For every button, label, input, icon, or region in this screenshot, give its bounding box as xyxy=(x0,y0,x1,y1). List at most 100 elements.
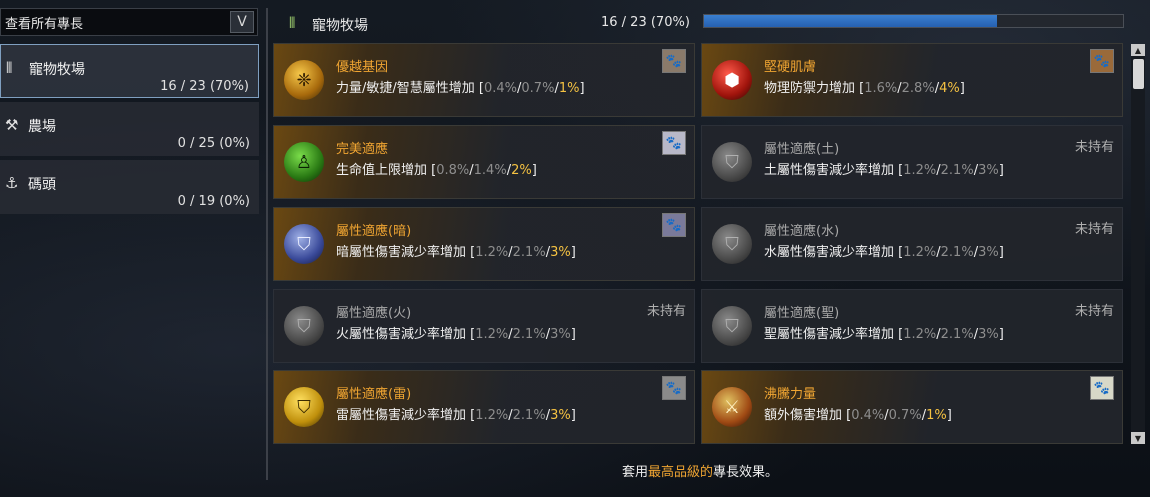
specialty-name: 優越基因 xyxy=(336,60,389,75)
section-progress-bar xyxy=(703,14,1124,28)
category-count: 0 / 19 (0%) xyxy=(177,194,250,209)
not-owned-label: 未持有 xyxy=(1074,140,1114,155)
specialty-effect: 雷屬性傷害減少率增加 [1.2%/2.1%/3%] xyxy=(336,408,576,423)
category-farm[interactable]: ⚒ 農場 0 / 25 (0%) xyxy=(0,102,259,156)
tier-1-value: 0.4% xyxy=(483,81,518,96)
dark-shield-icon: ⛉ xyxy=(284,224,324,264)
pet-thumb-fox-icon[interactable]: 🐾 xyxy=(662,376,686,400)
specialty-name: 完美適應 xyxy=(336,142,389,157)
specialty-effect: 火屬性傷害減少率增加 [1.2%/2.1%/3%] xyxy=(336,327,576,342)
tier-1-value: 1.2% xyxy=(903,245,937,260)
specialty-card[interactable]: ⛉ 屬性適應(聖) 聖屬性傷害減少率增加 [1.2%/2.1%/3%] 未持有 xyxy=(701,289,1123,363)
specialty-filter-dropdown[interactable]: 查看所有專長 V xyxy=(0,8,258,36)
effect-text: 暗屬性傷害減少率增加 xyxy=(336,245,467,260)
specialty-name: 屬性適應(火) xyxy=(336,306,412,321)
scroll-up-arrow-icon[interactable]: ▲ xyxy=(1131,44,1145,56)
tier-1-value: 1.2% xyxy=(903,327,937,342)
panel-divider xyxy=(266,8,268,480)
specialty-card[interactable]: ❈ 優越基因 力量/敏捷/智慧屬性增加 [0.4%/0.7%/1%] 🐾 xyxy=(273,43,695,117)
specialty-name: 屬性適應(水) xyxy=(764,224,840,239)
specialty-name: 屬性適應(雷) xyxy=(336,387,412,402)
tier-1-value: 1.2% xyxy=(475,245,509,260)
tier-3-value: 3% xyxy=(978,163,999,178)
pet-thumb-tiger-icon[interactable]: 🐾 xyxy=(1090,49,1114,73)
specialty-name: 沸騰力量 xyxy=(764,387,817,402)
tier-1-value: 1.6% xyxy=(864,81,898,96)
tier-3-value: 1% xyxy=(926,408,947,423)
not-owned-label: 未持有 xyxy=(1074,222,1114,237)
category-pet-ranch[interactable]: ⫴ 寵物牧場 16 / 23 (70%) xyxy=(0,44,259,98)
tier-2-value: 2.1% xyxy=(940,327,974,342)
effect-text: 額外傷害增加 xyxy=(764,408,843,423)
scrollbar-track[interactable] xyxy=(1131,44,1145,444)
effect-text: 雷屬性傷害減少率增加 xyxy=(336,408,467,423)
footer-highlight: 最高品級的 xyxy=(647,465,713,480)
specialty-card[interactable]: ⛉ 屬性適應(雷) 雷屬性傷害減少率增加 [1.2%/2.1%/3%] 🐾 xyxy=(273,370,695,444)
specialty-card[interactable]: ⛉ 屬性適應(暗) 暗屬性傷害減少率增加 [1.2%/2.1%/3%] 🐾 xyxy=(273,207,695,281)
specialty-name: 屬性適應(聖) xyxy=(764,306,840,321)
effect-text: 物理防禦力增加 xyxy=(764,81,856,96)
scroll-down-arrow-icon[interactable]: ▼ xyxy=(1131,432,1145,444)
specialty-effect: 聖屬性傷害減少率增加 [1.2%/2.1%/3%] xyxy=(764,327,1004,342)
not-owned-label: 未持有 xyxy=(646,304,686,319)
tier-2-value: 2.8% xyxy=(901,81,935,96)
category-count: 16 / 23 (70%) xyxy=(160,79,249,94)
progress-fill xyxy=(704,15,998,27)
specialty-card[interactable]: ⛉ 屬性適應(水) 水屬性傷害減少率增加 [1.2%/2.1%/3%] 未持有 xyxy=(701,207,1123,281)
category-label: 碼頭 xyxy=(28,177,56,193)
tier-3-value: 1% xyxy=(558,81,580,96)
tier-3-value: 2% xyxy=(511,163,532,178)
pet-thumb-owl-icon[interactable]: 🐾 xyxy=(662,49,686,73)
tier-3-value: 3% xyxy=(978,245,999,260)
tier-1-value: 1.2% xyxy=(903,163,937,178)
tier-2-value: 2.1% xyxy=(940,163,974,178)
tier-2-value: 2.1% xyxy=(512,245,546,260)
specialty-effect: 暗屬性傷害減少率增加 [1.2%/2.1%/3%] xyxy=(336,245,576,260)
category-count: 0 / 25 (0%) xyxy=(177,136,250,151)
specialty-card[interactable]: ⛉ 屬性適應(火) 火屬性傷害減少率增加 [1.2%/2.1%/3%] 未持有 xyxy=(273,289,695,363)
category-label: 農場 xyxy=(28,119,56,135)
specialty-card[interactable]: ⬢ 堅硬肌膚 物理防禦力增加 [1.6%/2.8%/4%] 🐾 xyxy=(701,43,1123,117)
tier-3-value: 3% xyxy=(550,327,571,342)
pet-thumb-cat-icon[interactable]: 🐾 xyxy=(662,131,686,155)
effect-text: 力量/敏捷/智慧屬性增加 xyxy=(336,81,475,96)
red-gem-icon: ⬢ xyxy=(712,60,752,100)
specialty-card[interactable]: ⛉ 屬性適應(土) 土屬性傷害減少率增加 [1.2%/2.1%/3%] 未持有 xyxy=(701,125,1123,199)
body-aura-icon: ♙ xyxy=(284,142,324,182)
category-label: 寵物牧場 xyxy=(29,62,85,78)
category-dock[interactable]: ⚓ 碼頭 0 / 19 (0%) xyxy=(0,160,259,214)
gold-shield-icon: ⛉ xyxy=(284,387,324,427)
effect-text: 火屬性傷害減少率增加 xyxy=(336,327,467,342)
anchor-icon: ⚓ xyxy=(5,174,19,192)
filter-label: 查看所有專長 xyxy=(5,16,84,32)
shield-icon: ⛉ xyxy=(712,306,752,346)
tier-3-value: 3% xyxy=(550,408,571,423)
specialty-effect: 額外傷害增加 [0.4%/0.7%/1%] xyxy=(764,408,952,423)
tier-2-value: 2.1% xyxy=(512,408,546,423)
tier-1-value: 0.4% xyxy=(851,408,885,423)
shield-icon: ⛉ xyxy=(284,306,324,346)
tier-3-value: 3% xyxy=(978,327,999,342)
tier-2-value: 0.7% xyxy=(521,81,555,96)
specialty-effect: 物理防禦力增加 [1.6%/2.8%/4%] xyxy=(764,81,965,96)
specialty-effect: 水屬性傷害減少率增加 [1.2%/2.1%/3%] xyxy=(764,245,1004,260)
specialty-card[interactable]: ♙ 完美適應 生命值上限增加 [0.8%/1.4%/2%] 🐾 xyxy=(273,125,695,199)
tier-1-value: 0.8% xyxy=(436,163,470,178)
section-title: 寵物牧場 xyxy=(312,18,368,34)
pet-ranch-icon: ⫴ xyxy=(289,14,296,32)
specialty-name: 屬性適應(暗) xyxy=(336,224,412,239)
effect-text: 生命值上限增加 xyxy=(336,163,428,178)
specialty-effect: 力量/敏捷/智慧屬性增加 [0.4%/0.7%/1%] xyxy=(336,81,585,96)
tier-2-value: 2.1% xyxy=(940,245,974,260)
specialty-card[interactable]: ⚔ 沸騰力量 額外傷害增加 [0.4%/0.7%/1%] 🐾 xyxy=(701,370,1123,444)
pet-thumb-dog-icon[interactable]: 🐾 xyxy=(1090,376,1114,400)
tier-2-value: 0.7% xyxy=(888,408,922,423)
specialty-effect: 土屬性傷害減少率增加 [1.2%/2.1%/3%] xyxy=(764,163,1004,178)
shield-icon: ⛉ xyxy=(712,224,752,264)
scrollbar-thumb[interactable] xyxy=(1133,59,1144,89)
chevron-down-icon[interactable]: V xyxy=(230,11,254,33)
pet-ranch-icon: ⫴ xyxy=(6,59,13,77)
footer-note: 套用最高品級的專長效果。 xyxy=(621,465,779,480)
pet-thumb-wolf-icon[interactable]: 🐾 xyxy=(662,213,686,237)
effect-text: 水屬性傷害減少率增加 xyxy=(764,245,895,260)
